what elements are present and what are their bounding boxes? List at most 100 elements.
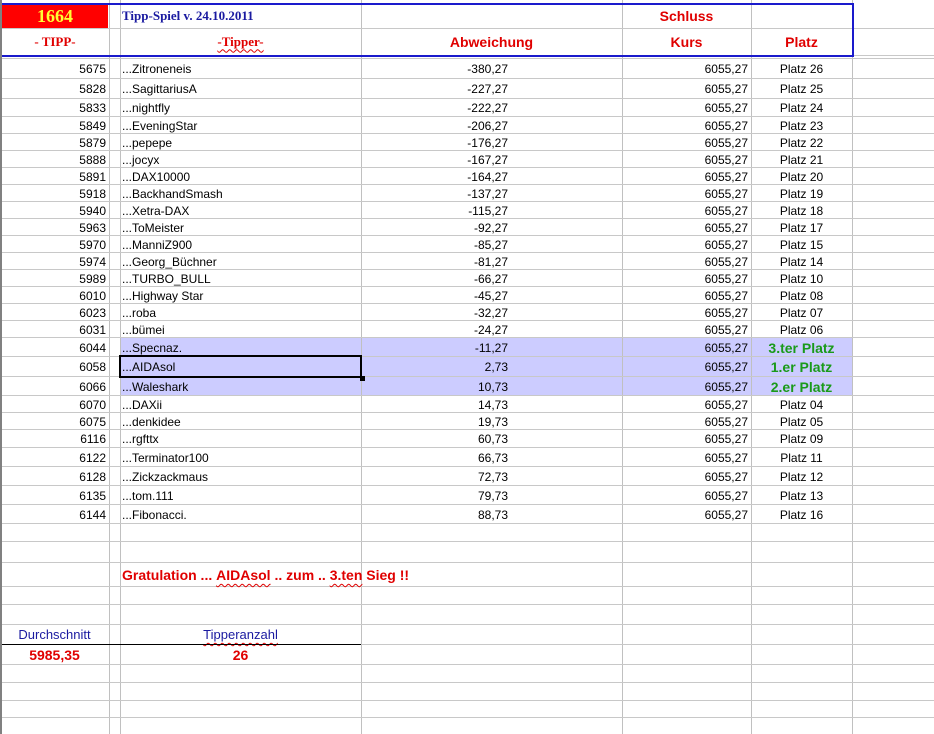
tipper-cell[interactable]: ...DAX10000 bbox=[120, 168, 361, 185]
platz-cell[interactable]: Platz 17 bbox=[751, 219, 852, 236]
tipper-cell[interactable]: ...Terminator100 bbox=[120, 448, 361, 467]
platz-cell[interactable]: 3.ter Platz bbox=[751, 338, 852, 357]
tipp-cell[interactable]: 5833 bbox=[0, 99, 109, 117]
abw-cell[interactable]: 72,73 bbox=[361, 467, 511, 486]
tipper-cell[interactable]: ...ToMeister bbox=[120, 219, 361, 236]
platz-cell[interactable]: 2.er Platz bbox=[751, 377, 852, 396]
kurs-cell[interactable]: 6055,27 bbox=[622, 467, 751, 486]
abw-cell[interactable]: 14,73 bbox=[361, 396, 511, 413]
abw-cell[interactable]: -66,27 bbox=[361, 270, 511, 287]
tipper-cell[interactable]: ...Fibonacci. bbox=[120, 505, 361, 524]
platz-cell[interactable]: Platz 26 bbox=[751, 59, 852, 79]
platz-cell[interactable]: Platz 16 bbox=[751, 505, 852, 524]
tipp-cell[interactable]: 6010 bbox=[0, 287, 109, 304]
tipperanzahl-value-cell[interactable]: 26 bbox=[120, 645, 361, 664]
kurs-cell[interactable]: 6055,27 bbox=[622, 79, 751, 99]
platz-cell[interactable]: Platz 25 bbox=[751, 79, 852, 99]
tipper-cell[interactable]: ...nightfly bbox=[120, 99, 361, 117]
tipp-cell[interactable]: 5989 bbox=[0, 270, 109, 287]
platz-cell[interactable]: Platz 20 bbox=[751, 168, 852, 185]
tipper-cell[interactable]: ...EveningStar bbox=[120, 117, 361, 134]
tipp-cell[interactable]: 5888 bbox=[0, 151, 109, 168]
tipp-cell[interactable]: 6075 bbox=[0, 413, 109, 430]
tipper-cell[interactable]: ...ManniZ900 bbox=[120, 236, 361, 253]
platz-cell[interactable]: Platz 07 bbox=[751, 304, 852, 321]
tipp-cell[interactable]: 5879 bbox=[0, 134, 109, 151]
tipper-cell[interactable]: ...DAXii bbox=[120, 396, 361, 413]
abw-cell[interactable]: -81,27 bbox=[361, 253, 511, 270]
platz-cell[interactable]: Platz 23 bbox=[751, 117, 852, 134]
tipper-cell[interactable]: ...pepepe bbox=[120, 134, 361, 151]
kurs-cell[interactable]: 6055,27 bbox=[622, 99, 751, 117]
abw-cell[interactable]: -176,27 bbox=[361, 134, 511, 151]
kurs-cell[interactable]: 6055,27 bbox=[622, 486, 751, 505]
tipper-cell[interactable]: ...Zitroneneis bbox=[120, 59, 361, 79]
kurs-cell[interactable]: 6055,27 bbox=[622, 253, 751, 270]
platz-cell[interactable]: Platz 09 bbox=[751, 430, 852, 448]
abw-cell[interactable]: -24,27 bbox=[361, 321, 511, 338]
tipp-cell[interactable]: 6066 bbox=[0, 377, 109, 396]
tipp-cell[interactable]: 6031 bbox=[0, 321, 109, 338]
platz-cell[interactable]: Platz 14 bbox=[751, 253, 852, 270]
kurs-cell[interactable]: 6055,27 bbox=[622, 377, 751, 396]
platz-cell[interactable]: Platz 06 bbox=[751, 321, 852, 338]
tipp-cell[interactable]: 5849 bbox=[0, 117, 109, 134]
kurs-cell[interactable]: 6055,27 bbox=[622, 505, 751, 524]
platz-cell[interactable]: Platz 22 bbox=[751, 134, 852, 151]
durchschnitt-value-cell[interactable]: 5985,35 bbox=[0, 645, 109, 664]
kurs-cell[interactable]: 6055,27 bbox=[622, 202, 751, 219]
tipper-cell[interactable]: ...SagittariusA bbox=[120, 79, 361, 99]
tipp-cell[interactable]: 6044 bbox=[0, 338, 109, 357]
tipp-cell[interactable]: 5891 bbox=[0, 168, 109, 185]
tipp-cell[interactable]: 6135 bbox=[0, 486, 109, 505]
tipp-cell[interactable]: 5828 bbox=[0, 79, 109, 99]
tipp-cell[interactable]: 6058 bbox=[0, 357, 109, 377]
abw-cell[interactable]: 2,73 bbox=[361, 357, 511, 377]
tipp-cell[interactable]: 5974 bbox=[0, 253, 109, 270]
platz-cell[interactable]: Platz 18 bbox=[751, 202, 852, 219]
kurs-cell[interactable]: 6055,27 bbox=[622, 168, 751, 185]
tipper-cell[interactable]: ...Waleshark bbox=[120, 377, 361, 396]
kurs-cell[interactable]: 6055,27 bbox=[622, 338, 751, 357]
tipper-cell[interactable]: ...tom.111 bbox=[120, 486, 361, 505]
tipper-cell[interactable]: ...TURBO_BULL bbox=[120, 270, 361, 287]
spreadsheet[interactable]: 1664 Tipp-Spiel v. 24.10.2011 Schluss - … bbox=[0, 0, 934, 734]
kurs-cell[interactable]: 6055,27 bbox=[622, 357, 751, 377]
abw-cell[interactable]: -222,27 bbox=[361, 99, 511, 117]
abw-cell[interactable]: 19,73 bbox=[361, 413, 511, 430]
kurs-cell[interactable]: 6055,27 bbox=[622, 185, 751, 202]
abw-cell[interactable]: -32,27 bbox=[361, 304, 511, 321]
platz-cell[interactable]: Platz 13 bbox=[751, 486, 852, 505]
kurs-cell[interactable]: 6055,27 bbox=[622, 117, 751, 134]
gratulation-text[interactable]: Gratulation ... AIDAsol .. zum .. 3.ten … bbox=[120, 564, 620, 586]
abw-cell[interactable]: -115,27 bbox=[361, 202, 511, 219]
abw-cell[interactable]: 60,73 bbox=[361, 430, 511, 448]
kurs-cell[interactable]: 6055,27 bbox=[622, 396, 751, 413]
abw-cell[interactable]: 66,73 bbox=[361, 448, 511, 467]
abw-cell[interactable]: -11,27 bbox=[361, 338, 511, 357]
tipp-cell[interactable]: 5918 bbox=[0, 185, 109, 202]
tipp-cell[interactable]: 5675 bbox=[0, 59, 109, 79]
kurs-cell[interactable]: 6055,27 bbox=[622, 413, 751, 430]
platz-cell[interactable]: Platz 08 bbox=[751, 287, 852, 304]
abw-cell[interactable]: -137,27 bbox=[361, 185, 511, 202]
tipper-cell[interactable]: ...Xetra-DAX bbox=[120, 202, 361, 219]
kurs-cell[interactable]: 6055,27 bbox=[622, 134, 751, 151]
tipper-cell[interactable]: ...roba bbox=[120, 304, 361, 321]
abw-cell[interactable]: -85,27 bbox=[361, 236, 511, 253]
platz-cell[interactable]: Platz 12 bbox=[751, 467, 852, 486]
abw-cell[interactable]: 79,73 bbox=[361, 486, 511, 505]
abw-cell[interactable]: -227,27 bbox=[361, 79, 511, 99]
platz-cell[interactable]: Platz 05 bbox=[751, 413, 852, 430]
tipp-cell[interactable]: 5970 bbox=[0, 236, 109, 253]
tipp-cell[interactable]: 6122 bbox=[0, 448, 109, 467]
kurs-cell[interactable]: 6055,27 bbox=[622, 151, 751, 168]
platz-cell[interactable]: Platz 10 bbox=[751, 270, 852, 287]
platz-cell[interactable]: Platz 24 bbox=[751, 99, 852, 117]
kurs-cell[interactable]: 6055,27 bbox=[622, 287, 751, 304]
tipp-cell[interactable]: 6070 bbox=[0, 396, 109, 413]
tipper-cell[interactable]: ...rgfttx bbox=[120, 430, 361, 448]
kurs-cell[interactable]: 6055,27 bbox=[622, 430, 751, 448]
tipper-cell[interactable]: ...denkidee bbox=[120, 413, 361, 430]
abw-cell[interactable]: 10,73 bbox=[361, 377, 511, 396]
